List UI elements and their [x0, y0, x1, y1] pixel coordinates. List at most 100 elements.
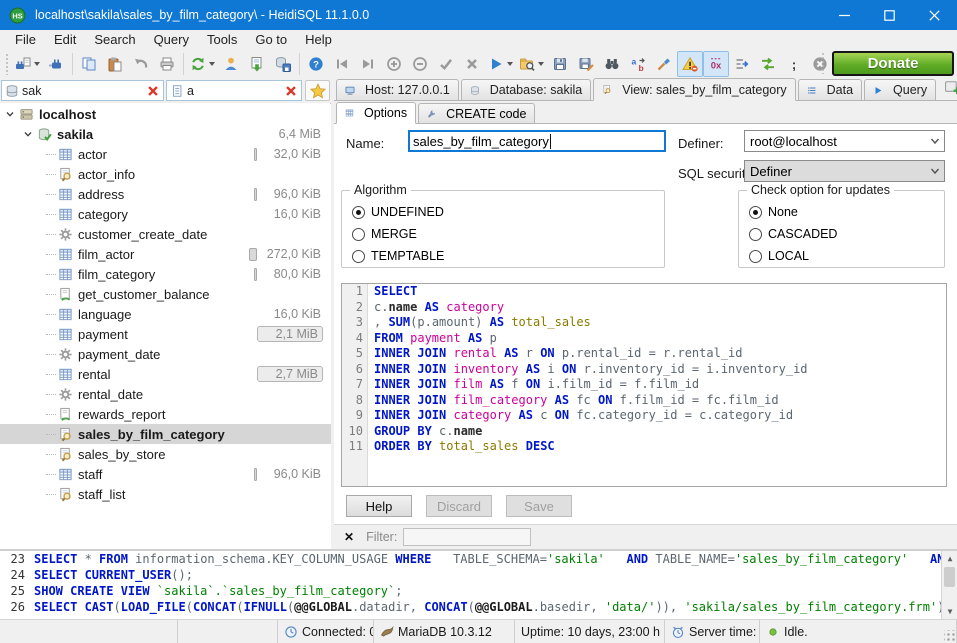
delimiter-button[interactable]: ; — [781, 51, 807, 77]
donate-toolbar-grip[interactable] — [821, 52, 826, 74]
tree-item-film_category[interactable]: film_category80,0 KiB — [0, 264, 331, 284]
cancel-query-button[interactable] — [807, 51, 833, 77]
session-manager-button[interactable] — [12, 51, 43, 77]
copy-button[interactable] — [76, 51, 102, 77]
radio-none[interactable]: None — [749, 205, 798, 219]
dropdown-caret-icon[interactable] — [209, 62, 215, 69]
clear-button[interactable] — [651, 51, 677, 77]
favorites-button[interactable] — [305, 80, 330, 101]
view-select-code-editor[interactable]: 1SELECT2c.name AS category3, SUM(p.amoun… — [341, 283, 947, 487]
undo-button[interactable] — [128, 51, 154, 77]
minimize-button[interactable] — [822, 0, 867, 30]
chevron-down-icon[interactable] — [926, 161, 944, 181]
save-to-database-button[interactable] — [270, 51, 296, 77]
hex-view-toggle-button[interactable]: 0x — [703, 51, 729, 77]
disconnect-button[interactable] — [43, 51, 69, 77]
view-name-input[interactable]: sales_by_film_category — [408, 130, 666, 152]
menu-item-go-to[interactable]: Go to — [246, 30, 296, 49]
run-query-button[interactable] — [485, 51, 516, 77]
database-filter-input[interactable]: sak — [1, 80, 164, 101]
save-sql-button[interactable] — [547, 51, 573, 77]
scrollbar-thumb[interactable] — [944, 567, 955, 587]
radio-cascaded[interactable]: CASCADED — [749, 227, 837, 241]
tree-item-staff_list[interactable]: staff_list — [0, 484, 331, 504]
save-button[interactable]: Save — [506, 495, 572, 517]
donate-button[interactable]: Donate — [832, 51, 954, 76]
tree-item-payment[interactable]: payment2,1 MiB — [0, 324, 331, 344]
dropdown-caret-icon[interactable] — [538, 62, 544, 69]
help-button[interactable]: ? — [303, 51, 329, 77]
tree-item-category[interactable]: category16,0 KiB — [0, 204, 331, 224]
tree-item-get_customer_balance[interactable]: get_customer_balance — [0, 284, 331, 304]
radio-undefined[interactable]: UNDEFINED — [352, 205, 444, 219]
maximize-button[interactable] — [867, 0, 912, 30]
scroll-up-icon[interactable]: ▲ — [942, 551, 957, 566]
scroll-down-icon[interactable]: ▼ — [942, 604, 957, 619]
radio-dot[interactable] — [352, 250, 365, 263]
reformat-sql-button[interactable] — [755, 51, 781, 77]
warnings-toggle-button[interactable] — [677, 51, 703, 77]
tree-item-rental_date[interactable]: rental_date — [0, 384, 331, 404]
dropdown-caret-icon[interactable] — [507, 62, 513, 69]
definer-select[interactable]: root@localhost — [744, 130, 945, 152]
menu-item-edit[interactable]: Edit — [45, 30, 85, 49]
menu-item-search[interactable]: Search — [85, 30, 144, 49]
tree-item-address[interactable]: address96,0 KiB — [0, 184, 331, 204]
tab-database-sakila[interactable]: Database: sakila — [461, 79, 591, 100]
replace-button[interactable]: ab — [625, 51, 651, 77]
radio-merge[interactable]: MERGE — [352, 227, 417, 241]
post-changes-button[interactable] — [433, 51, 459, 77]
radio-dot[interactable] — [749, 206, 762, 219]
tree-item-sales_by_store[interactable]: sales_by_store — [0, 444, 331, 464]
radio-dot[interactable] — [352, 206, 365, 219]
menu-item-query[interactable]: Query — [145, 30, 198, 49]
find-button[interactable] — [599, 51, 625, 77]
tree-item-actor_info[interactable]: actor_info — [0, 164, 331, 184]
tree-item-rewards_report[interactable]: rewards_report — [0, 404, 331, 424]
user-manager-button[interactable] — [218, 51, 244, 77]
close-filter-bar-icon[interactable]: ✕ — [344, 530, 354, 544]
paste-button[interactable] — [102, 51, 128, 77]
refresh-button[interactable] — [187, 51, 218, 77]
toolbar-grip[interactable] — [5, 53, 10, 75]
auto-scroll-button[interactable] — [729, 51, 755, 77]
tree-item-sakila[interactable]: sakila6,4 MiB — [0, 124, 331, 144]
menu-item-help[interactable]: Help — [296, 30, 341, 49]
open-sql-file-button[interactable] — [516, 51, 547, 77]
tree-item-sales_by_film_category[interactable]: sales_by_film_category — [0, 424, 331, 444]
filter-input[interactable] — [403, 528, 531, 546]
tab-query[interactable]: Query — [864, 79, 936, 100]
last-row-button[interactable] — [355, 51, 381, 77]
tree-item-payment_date[interactable]: payment_date — [0, 344, 331, 364]
radio-temptable[interactable]: TEMPTABLE — [352, 249, 444, 263]
tree-item-staff[interactable]: staff96,0 KiB — [0, 464, 331, 484]
subtab-options[interactable]: Options — [336, 102, 416, 124]
radio-dot[interactable] — [352, 228, 365, 241]
close-button[interactable] — [912, 0, 957, 30]
tab-view-sales_by_film_category[interactable]: View: sales_by_film_category — [593, 78, 795, 101]
dropdown-caret-icon[interactable] — [34, 62, 40, 69]
first-row-button[interactable] — [329, 51, 355, 77]
clear-table-filter-icon[interactable] — [284, 84, 298, 98]
save-sql-as-button[interactable] — [573, 51, 599, 77]
help-button[interactable]: Help — [346, 495, 412, 517]
tree-item-customer_create_date[interactable]: customer_create_date — [0, 224, 331, 244]
discard-button[interactable]: Discard — [426, 495, 492, 517]
tab-data[interactable]: Data — [798, 79, 862, 100]
tree-item-localhost[interactable]: localhost — [0, 104, 331, 124]
delete-row-button[interactable] — [407, 51, 433, 77]
table-filter-input[interactable]: a — [166, 80, 302, 101]
cancel-editing-button[interactable] — [459, 51, 485, 77]
tree-item-language[interactable]: language16,0 KiB — [0, 304, 331, 324]
new-query-tab-button[interactable] — [944, 78, 957, 98]
expand-chevron-icon[interactable] — [4, 108, 16, 120]
print-button[interactable] — [154, 51, 180, 77]
export-database-button[interactable] — [244, 51, 270, 77]
tab-host-127-0-0-1[interactable]: Host: 127.0.0.1 — [336, 79, 459, 100]
radio-dot[interactable] — [749, 228, 762, 241]
log-scrollbar[interactable]: ▲ ▼ — [941, 551, 957, 619]
radio-local[interactable]: LOCAL — [749, 249, 809, 263]
tree-item-rental[interactable]: rental2,7 MiB — [0, 364, 331, 384]
insert-row-button[interactable] — [381, 51, 407, 77]
expand-chevron-icon[interactable] — [22, 128, 34, 140]
